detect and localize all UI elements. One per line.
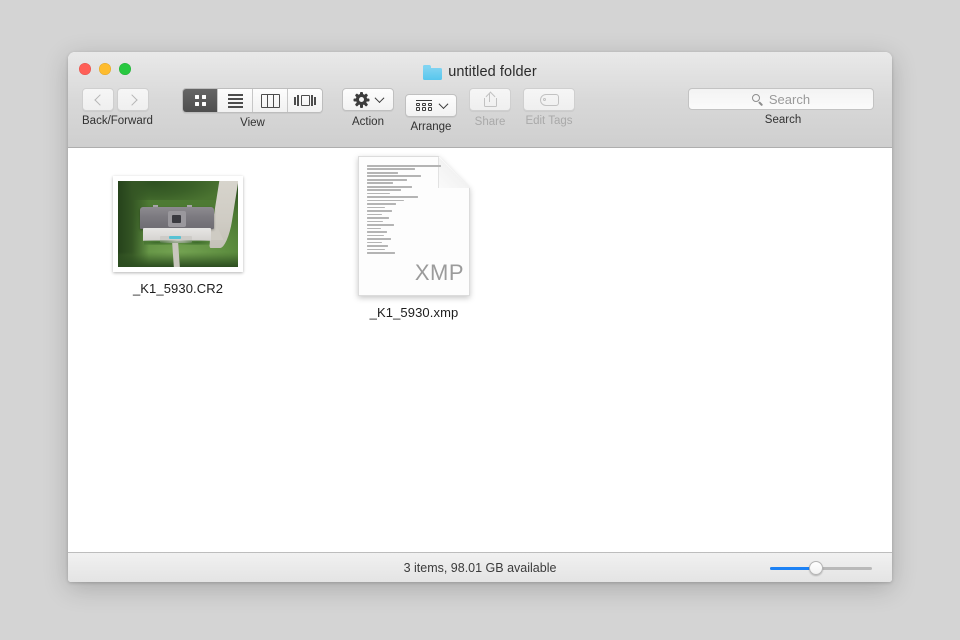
search-placeholder: Search — [768, 91, 811, 107]
arrange-label: Arrange — [410, 120, 452, 133]
window-title: untitled folder — [68, 64, 892, 80]
folder-icon — [423, 65, 443, 80]
edit-tags-button[interactable] — [523, 88, 575, 111]
gear-icon — [353, 91, 369, 108]
action-label: Action — [352, 116, 384, 128]
column-view-button[interactable] — [253, 89, 288, 112]
search-icon — [751, 93, 763, 106]
list-icon — [227, 93, 243, 108]
chevron-left-icon — [93, 93, 106, 106]
back-forward-label: Back/Forward — [82, 115, 153, 127]
view-mode-segmented-control[interactable] — [182, 88, 323, 113]
xmp-document-icon: XMP — [358, 156, 470, 296]
coverflow-icon — [293, 95, 317, 106]
grid-icon — [194, 95, 206, 106]
share-label: Share — [474, 116, 506, 128]
photo-thumbnail-icon — [113, 176, 243, 272]
search-input[interactable]: Search — [688, 88, 874, 110]
edit-tags-label: Edit Tags — [525, 115, 573, 127]
share-button[interactable] — [469, 88, 511, 111]
file-item[interactable]: XMP _K1_5930.xmp — [344, 156, 484, 320]
chevron-right-icon — [125, 93, 138, 106]
toolbar: Back/Forward View Action Arrange Share E… — [68, 88, 892, 146]
window-title-text: untitled folder — [448, 64, 537, 80]
icon-size-slider[interactable] — [770, 560, 872, 575]
arrange-grid-icon — [416, 99, 433, 111]
chevron-down-icon — [438, 98, 448, 109]
status-bar: 3 items, 98.01 GB available — [68, 552, 892, 582]
search-group: Search Search — [688, 88, 878, 126]
share-group: Share — [469, 88, 511, 128]
finder-window: untitled folder Back/Forward View Action… — [68, 52, 892, 582]
columns-icon — [260, 93, 280, 108]
slider-thumb[interactable] — [808, 560, 823, 575]
coverflow-view-button[interactable] — [288, 89, 322, 112]
edit-tags-group: Edit Tags — [523, 88, 575, 127]
back-button[interactable] — [82, 88, 114, 111]
action-group: Action — [342, 88, 394, 128]
icon-view-button[interactable] — [183, 89, 218, 112]
arrange-button[interactable] — [405, 93, 457, 117]
chevron-down-icon — [374, 93, 384, 104]
view-label: View — [240, 117, 265, 129]
window-titlebar: untitled folder Back/Forward View Action… — [68, 52, 892, 148]
search-label: Search — [764, 114, 802, 126]
tag-icon — [539, 93, 559, 106]
arrange-group: Arrange — [405, 88, 457, 133]
list-view-button[interactable] — [218, 89, 253, 112]
file-item[interactable]: _K1_5930.CR2 — [108, 176, 248, 296]
file-name: _K1_5930.xmp — [369, 305, 459, 320]
status-text: 3 items, 98.01 GB available — [403, 560, 557, 575]
file-name: _K1_5930.CR2 — [132, 281, 224, 296]
action-button[interactable] — [342, 88, 394, 111]
file-list-icon-view[interactable]: _K1_5930.CR2 XMP _K1_5930.xmp — [68, 148, 892, 552]
forward-button[interactable] — [117, 88, 149, 111]
share-icon — [483, 91, 497, 107]
document-text-lines — [367, 165, 444, 256]
view-group: View — [182, 88, 323, 129]
file-extension-label: XMP — [414, 260, 464, 285]
back-forward-group: Back/Forward — [82, 88, 153, 127]
